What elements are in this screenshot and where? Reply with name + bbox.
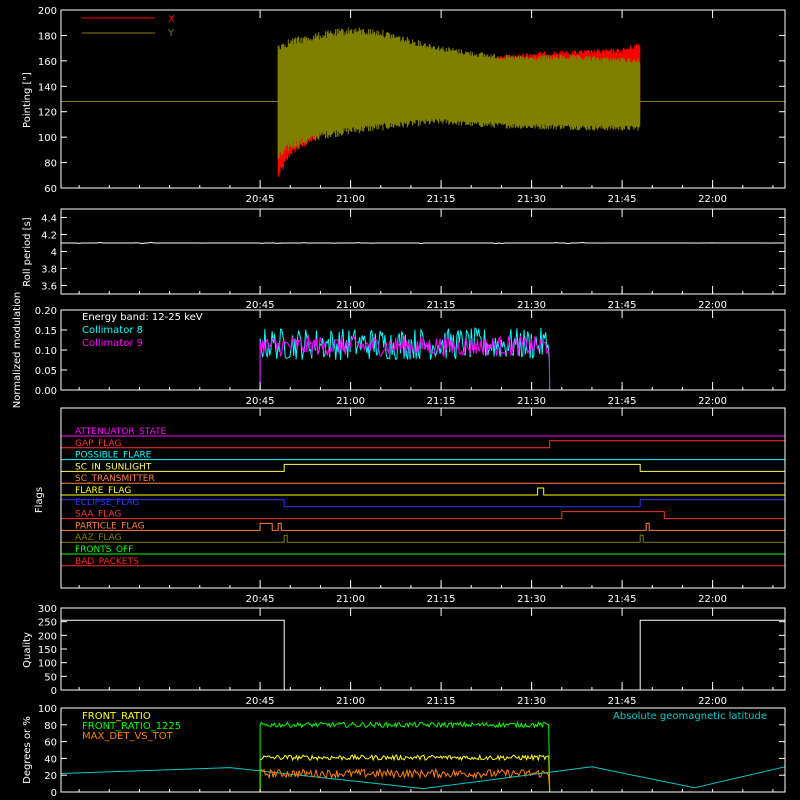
xtick-label: 21:00 (336, 594, 365, 605)
ytick-label: 100 (38, 659, 57, 670)
xtick-label: 21:00 (336, 396, 365, 407)
ytick-label: 0.05 (35, 366, 57, 377)
xtick-label: 21:15 (427, 300, 456, 311)
xtick-label: 21:45 (608, 194, 637, 205)
ytick-label: 4 (51, 248, 57, 259)
legend-geomag-latitude: Absolute geomagnetic latitude (613, 711, 767, 722)
xtick-label: 21:00 (336, 300, 365, 311)
xtick-label: 21:15 (427, 194, 456, 205)
ytick-label: 4.4 (41, 214, 57, 225)
ytick-label: 80 (44, 721, 57, 732)
ytick-label: 0.10 (35, 346, 57, 357)
ytick-label: 3.8 (41, 265, 57, 276)
ytick-label: 200 (38, 6, 57, 17)
ytick-label: 0 (51, 686, 57, 697)
xtick-label: 20:45 (246, 594, 275, 605)
xtick-label: 20:45 (246, 300, 275, 311)
legend-y-label: Y (167, 28, 175, 39)
xtick-label: 21:30 (517, 594, 546, 605)
ratios-ylabel: Degrees or % (22, 716, 33, 784)
xtick-label: 21:30 (517, 300, 546, 311)
legend-collimator-8: Collimator 8 (82, 325, 143, 336)
flags-ylabel: Flags (34, 487, 45, 513)
xtick-label: 21:45 (608, 696, 637, 707)
ytick-label: 60 (44, 738, 57, 749)
xtick-label: 21:30 (517, 194, 546, 205)
ytick-label: 140 (38, 82, 57, 93)
ytick-label: 100 (38, 133, 57, 144)
ytick-label: 300 (38, 604, 57, 615)
xtick-label: 22:00 (698, 594, 727, 605)
xtick-label: 21:15 (427, 594, 456, 605)
ytick-label: 60 (44, 184, 57, 195)
ytick-label: 0 (51, 788, 57, 799)
xtick-label: 21:00 (336, 696, 365, 707)
ytick-label: 0.20 (35, 306, 57, 317)
ytick-label: 4.2 (41, 231, 57, 242)
xtick-label: 20:45 (246, 696, 275, 707)
ytick-label: 150 (38, 645, 57, 656)
roll-ylabel: Roll period [s] (22, 217, 33, 286)
modulation-ylabel: Normalized modulation (12, 292, 23, 409)
ytick-label: 200 (38, 631, 57, 642)
ytick-label: 180 (38, 31, 57, 42)
energy-band-annotation: Energy band: 12-25 keV (82, 312, 203, 323)
xtick-label: 22:00 (698, 696, 727, 707)
xtick-label: 21:45 (608, 396, 637, 407)
ytick-label: 80 (44, 159, 57, 170)
ytick-label: 100 (38, 704, 57, 715)
ytick-label: 50 (44, 672, 57, 683)
legend-collimator-9: Collimator 9 (82, 338, 143, 349)
xtick-label: 21:30 (517, 396, 546, 407)
legend-max-det: MAX_DET_VS_TOT (82, 731, 174, 742)
pointing-ylabel: Pointing ["] (22, 72, 33, 128)
ytick-label: 20 (44, 771, 57, 782)
xtick-label: 22:00 (698, 194, 727, 205)
ytick-label: 0.00 (35, 386, 57, 397)
rhessi-observing-summary: Pointing ["] 6080100120140160180200 20:4… (0, 0, 800, 800)
xtick-label: 20:45 (246, 194, 275, 205)
ytick-label: 3.6 (41, 282, 57, 293)
ytick-label: 160 (38, 57, 57, 68)
xtick-label: 21:45 (608, 300, 637, 311)
xtick-label: 21:15 (427, 396, 456, 407)
xtick-label: 22:00 (698, 396, 727, 407)
xtick-label: 22:00 (698, 300, 727, 311)
xtick-label: 21:45 (608, 594, 637, 605)
ytick-label: 120 (38, 108, 57, 119)
quality-ylabel: Quality (22, 632, 33, 668)
xtick-label: 20:45 (246, 396, 275, 407)
xtick-label: 21:30 (517, 696, 546, 707)
xtick-label: 21:00 (336, 194, 365, 205)
ytick-label: 40 (44, 754, 57, 765)
xtick-label: 21:15 (427, 696, 456, 707)
legend-x-label: X (168, 14, 175, 25)
ytick-label: 250 (38, 618, 57, 629)
ytick-label: 0.15 (35, 326, 57, 337)
